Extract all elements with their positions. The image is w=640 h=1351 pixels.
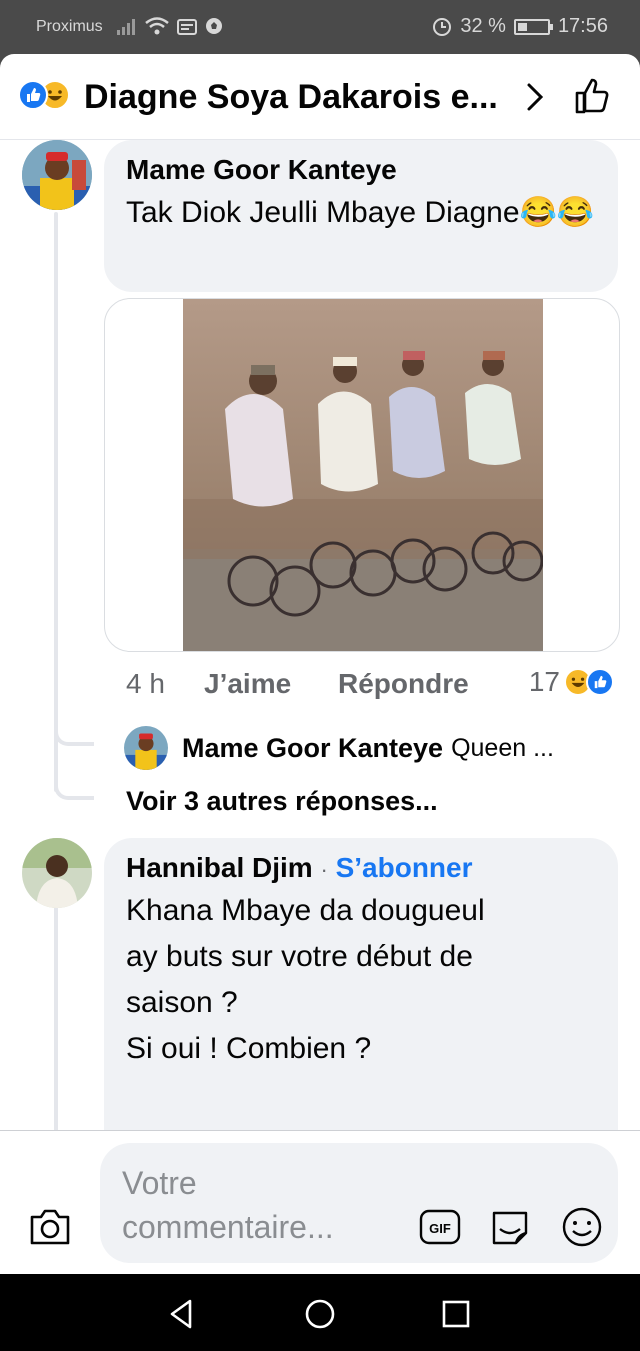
battery-percent: 32 % (460, 15, 506, 37)
thread-line (54, 906, 58, 1136)
comment-author-line: Hannibal Djim · S’abonner (126, 852, 596, 884)
reply-preview[interactable]: Mame Goor Kanteye Queen ... (124, 726, 554, 770)
comment-line: saison ? (126, 986, 238, 1019)
avatar[interactable] (22, 838, 92, 908)
comments-sheet: Diagne Soya Dakarois e... Mame Goor Kant… (0, 54, 640, 1274)
alarm-icon (433, 17, 452, 36)
comment-time: 4 h (126, 668, 165, 699)
avatar[interactable] (22, 140, 92, 210)
gif-icon[interactable]: GIF (418, 1205, 462, 1249)
view-more-replies[interactable]: Voir 3 autres réponses... (126, 786, 438, 817)
comment-placeholder: Votre commentaire... (122, 1165, 334, 1245)
comment-line: Si oui ! Combien ? (126, 1032, 372, 1065)
status-icons-right: 32 % 17:56 (432, 15, 608, 38)
signal-icon (117, 19, 135, 35)
comment-input[interactable]: Votre commentaire... GIF (100, 1143, 618, 1263)
system-nav-bar (0, 1274, 640, 1351)
reply-link[interactable]: Répondre (338, 668, 469, 700)
notification-icon (177, 19, 197, 35)
home-icon[interactable] (302, 1296, 338, 1332)
battery-fill (517, 22, 527, 31)
like-link[interactable]: J’aime (204, 668, 291, 700)
comment-actions: 4 h J’aime Répondre 17 (126, 666, 626, 706)
camera-icon[interactable] (28, 1207, 72, 1247)
comment-line: ay buts sur votre début de (126, 940, 473, 973)
like-button-icon[interactable] (572, 76, 612, 116)
reaction-count[interactable]: 17 (529, 666, 620, 698)
emoji-icon[interactable] (560, 1205, 604, 1249)
reaction-count-number: 17 (528, 666, 560, 697)
reply-author[interactable]: Mame Goor Kanteye (182, 733, 443, 764)
thread-elbow (54, 714, 94, 746)
comment-composer: Votre commentaire... GIF (0, 1130, 640, 1274)
comment-author[interactable]: Mame Goor Kanteye (126, 154, 596, 186)
follow-link[interactable]: S’abonner (336, 852, 473, 883)
reply-text: Queen ... (451, 733, 554, 762)
battery-icon (513, 18, 553, 35)
separator-dot: · (320, 857, 328, 882)
comment-line: Khana Mbaye da dougueul (126, 894, 485, 927)
comment-author[interactable]: Hannibal Djim (126, 852, 313, 883)
reaction-summary[interactable] (18, 80, 78, 114)
wifi-icon (145, 17, 169, 35)
post-header: Diagne Soya Dakarois e... (0, 54, 640, 140)
back-icon[interactable] (164, 1296, 200, 1332)
comment-text: Khana Mbaye da dougueul ay buts sur votr… (126, 888, 596, 1072)
phone-screen: Proximus 32 % 17:56 Diagne Soya Dakarois… (0, 0, 640, 1351)
recents-icon[interactable] (438, 1296, 474, 1332)
cyclists-photo (183, 299, 543, 651)
thread-line (54, 212, 58, 792)
status-icons-left (116, 16, 224, 36)
post-title[interactable]: Diagne Soya Dakarois e... (84, 78, 498, 117)
comment-bubble[interactable]: Hannibal Djim · S’abonner Khana Mbaye da… (104, 838, 618, 1158)
thread-elbow (54, 762, 94, 800)
sticker-icon[interactable] (488, 1205, 532, 1249)
carrier-name: Proximus (36, 18, 103, 35)
comment-text: Tak Diok Jeulli Mbaye Diagne😂😂 (126, 196, 595, 229)
avatar[interactable] (124, 726, 168, 770)
like-reaction-icon (586, 668, 614, 696)
comment-bubble[interactable]: Mame Goor Kanteye Tak Diok Jeulli Mbaye … (104, 140, 618, 292)
clock: 17:56 (557, 15, 608, 37)
svg-text:GIF: GIF (429, 1221, 451, 1236)
status-bar: Proximus 32 % 17:56 (0, 0, 640, 54)
chevron-right-icon[interactable] (518, 80, 552, 114)
comment-photo[interactable] (104, 298, 620, 652)
like-reaction-icon (18, 80, 48, 110)
ball-icon (206, 18, 222, 34)
